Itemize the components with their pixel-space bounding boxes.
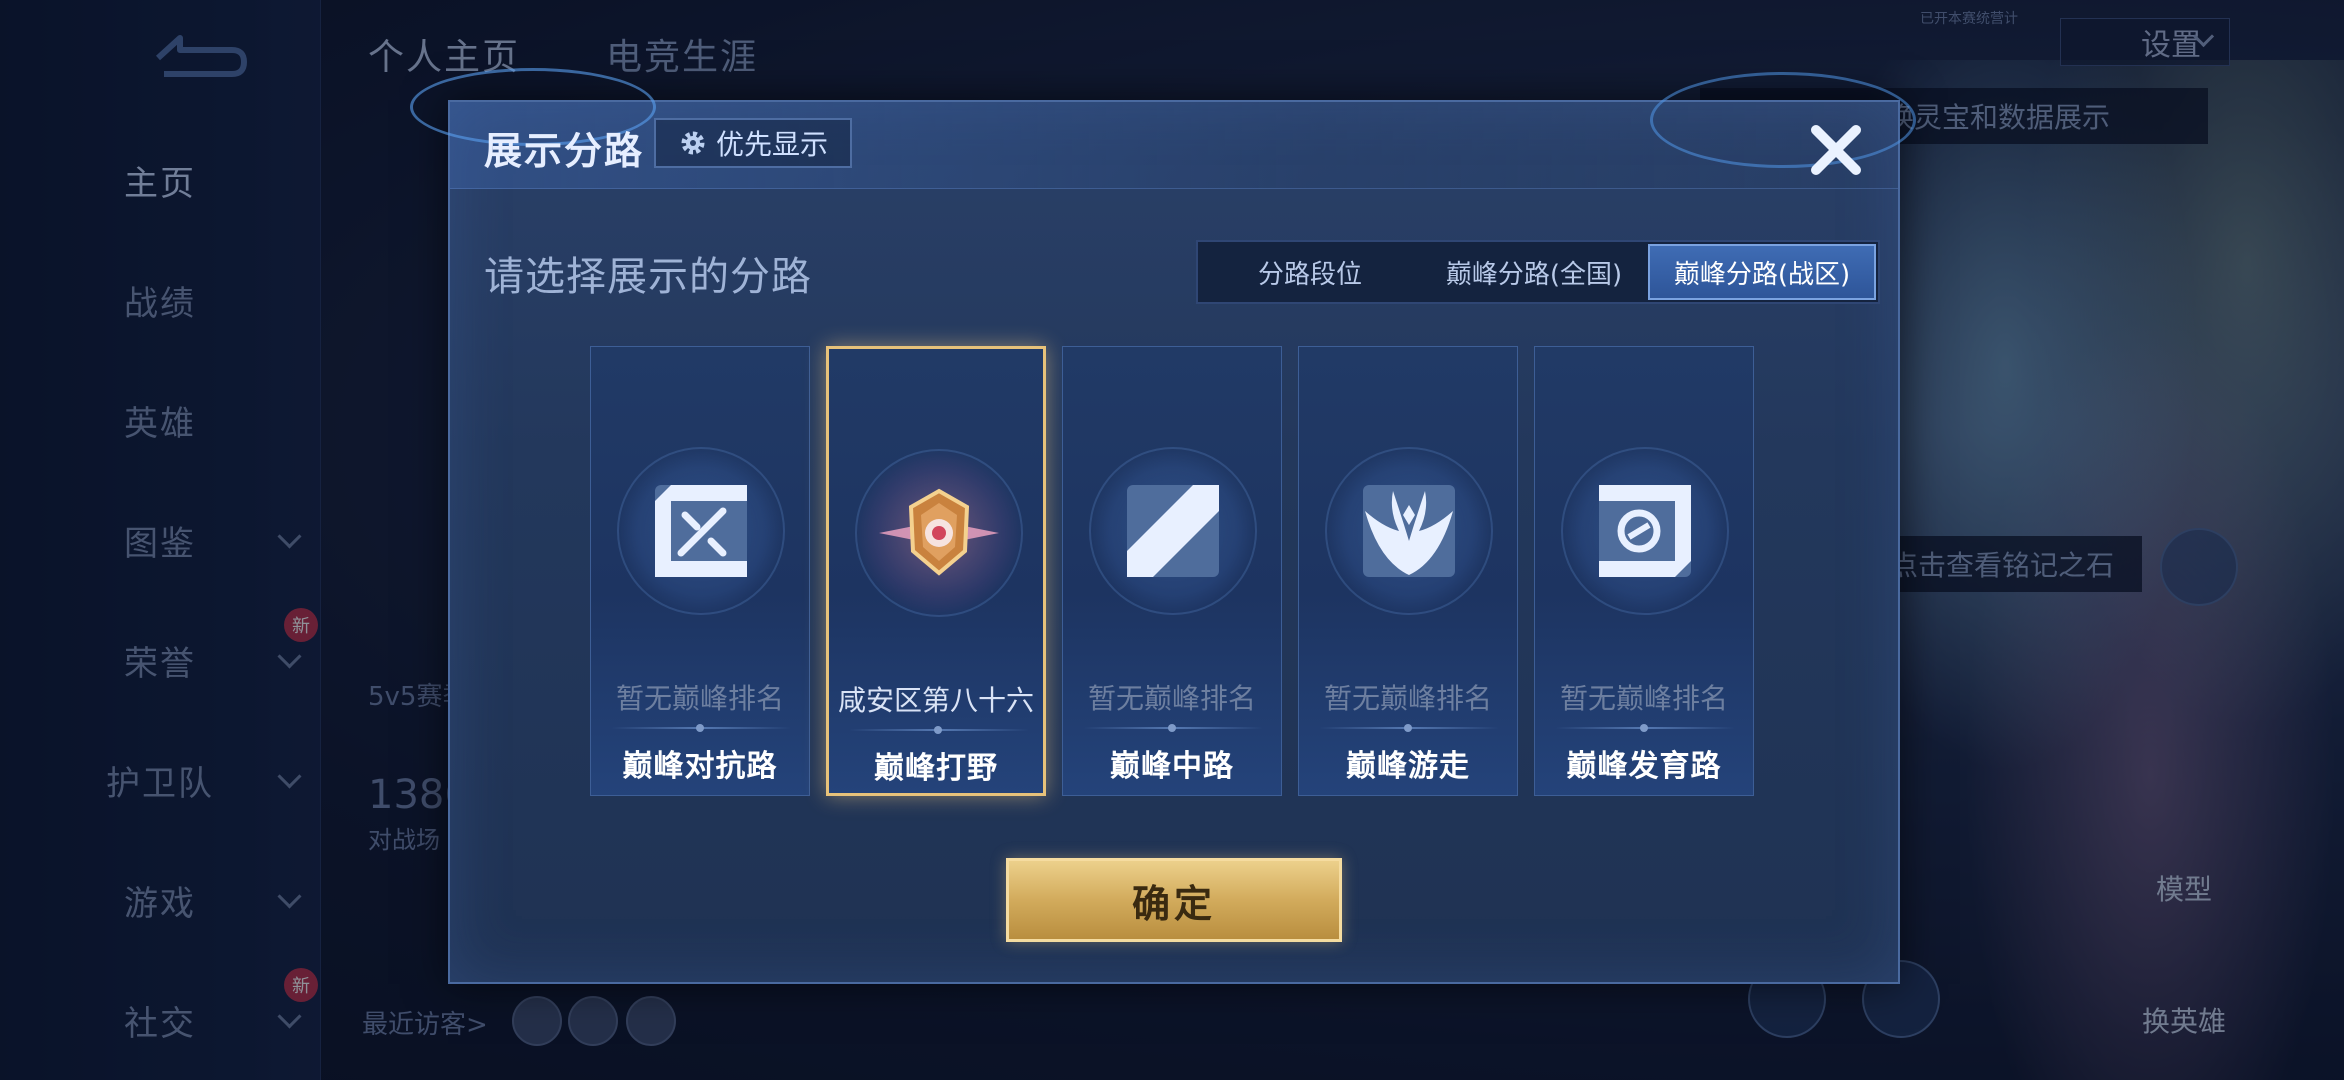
lane-card-farm[interactable]: 暂无巅峰排名 巅峰发育路 (1534, 346, 1754, 796)
mid-lane-icon (1127, 485, 1219, 577)
gear-icon (681, 131, 705, 155)
tab-lane-tier[interactable]: 分路段位 (1198, 242, 1422, 302)
lane-display-dialog: 展示分路 优先显示 请选择展示的分路 分路段位 巅峰分路(全国) 巅峰分路(战区… (410, 68, 1916, 984)
lane-card-mid[interactable]: 暂无巅峰排名 巅峰中路 (1062, 346, 1282, 796)
jungle-rank-emblem-icon (879, 488, 999, 576)
lane-rank-text: 暂无巅峰排名 (615, 682, 784, 715)
lane-card-jungle[interactable]: 咸安区第八十六 巅峰打野 (826, 346, 1046, 796)
divider-dot (1640, 724, 1648, 732)
divider-dot (934, 726, 942, 734)
divider-dot (1404, 724, 1412, 732)
close-icon[interactable] (1804, 118, 1868, 182)
farm-lane-icon (1599, 485, 1691, 577)
priority-label: 优先显示 (715, 128, 828, 161)
lane-name: 巅峰对抗路 (622, 749, 778, 784)
divider-dot (1168, 724, 1176, 732)
divider-dot (696, 724, 704, 732)
lane-name: 巅峰游走 (1346, 749, 1470, 784)
confirm-button[interactable]: 确定 (1006, 858, 1342, 942)
dialog-title: 展示分路 (484, 129, 645, 173)
lane-name: 巅峰打野 (874, 751, 998, 786)
lane-name: 巅峰中路 (1110, 749, 1234, 784)
clash-lane-icon (655, 485, 747, 577)
lane-rank-text: 暂无巅峰排名 (1559, 682, 1728, 715)
lane-rank-text: 暂无巅峰排名 (1087, 682, 1256, 715)
lane-mode-tabs: 分路段位 巅峰分路(全国) 巅峰分路(战区) (1196, 240, 1880, 304)
priority-display-button[interactable]: 优先显示 (654, 118, 852, 168)
roam-icon (1363, 485, 1455, 577)
dialog-subtitle: 请选择展示的分路 (484, 254, 812, 300)
tab-peak-region[interactable]: 巅峰分路(战区) (1648, 244, 1876, 300)
lane-name: 巅峰发育路 (1566, 749, 1722, 784)
decor-swirl (1650, 72, 1916, 168)
lane-rank-text: 咸安区第八十六 (837, 684, 1034, 717)
tab-peak-national[interactable]: 巅峰分路(全国) (1422, 242, 1646, 302)
lane-rank-text: 暂无巅峰排名 (1323, 682, 1492, 715)
lane-card-clash[interactable]: 暂无巅峰排名 巅峰对抗路 (590, 346, 810, 796)
lane-card-roam[interactable]: 暂无巅峰排名 巅峰游走 (1298, 346, 1518, 796)
